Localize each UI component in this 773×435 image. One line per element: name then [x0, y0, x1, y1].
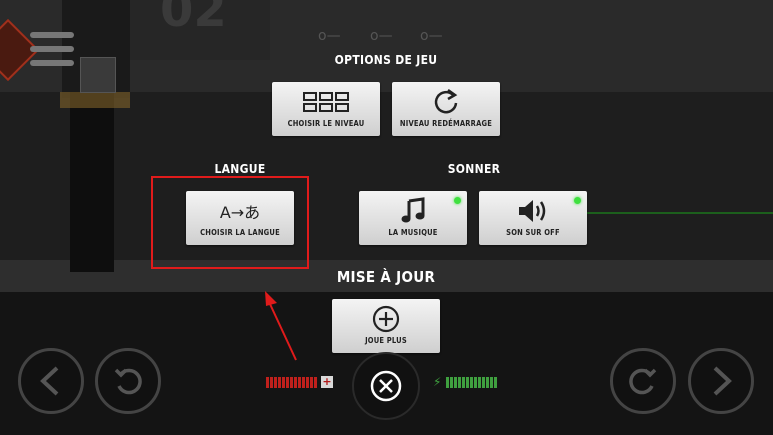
- sound-label: SON SUR OFF: [506, 228, 560, 237]
- sound-heading: SONNER: [447, 162, 501, 176]
- restart-icon: [392, 88, 500, 116]
- grid-icon: [272, 88, 380, 116]
- close-icon: [370, 370, 402, 402]
- play-more-button[interactable]: JOUE PLUS: [332, 299, 440, 353]
- undo-button[interactable]: [95, 348, 161, 414]
- music-toggle-button[interactable]: LA MUSIQUE: [359, 191, 467, 245]
- plus-circle-icon: [332, 305, 440, 333]
- right-arrow-icon: [713, 366, 732, 396]
- energy-bar: ⚡: [433, 375, 498, 389]
- sound-toggle-button[interactable]: SON SUR OFF: [479, 191, 587, 245]
- move-right-button[interactable]: [688, 348, 754, 414]
- redo-icon: [629, 368, 657, 395]
- undo-icon: [114, 368, 142, 395]
- choose-level-button[interactable]: CHOISIR LE NIVEAU: [272, 82, 380, 136]
- language-heading: LANGUE: [214, 162, 266, 176]
- health-bar: +: [266, 376, 333, 388]
- move-left-button[interactable]: [18, 348, 84, 414]
- speaker-icon: [479, 197, 587, 225]
- music-note-icon: [359, 197, 467, 225]
- left-arrow-icon: [40, 366, 59, 396]
- choose-level-label: CHOISIR LE NIVEAU: [287, 119, 365, 128]
- restart-level-label: NIVEAU REDÉMARRAGE: [399, 119, 493, 128]
- game-options-heading: OPTIONS DE JEU: [334, 53, 438, 67]
- update-heading: MISE À JOUR: [336, 268, 436, 286]
- highlight-annotation-box: [151, 176, 309, 269]
- health-plus-icon: +: [321, 375, 333, 388]
- hamburger-menu-icon[interactable]: [30, 32, 74, 74]
- play-more-label: JOUE PLUS: [365, 336, 407, 345]
- redo-button[interactable]: [610, 348, 676, 414]
- music-label: LA MUSIQUE: [388, 228, 438, 237]
- close-menu-button[interactable]: [352, 352, 420, 420]
- restart-level-button[interactable]: NIVEAU REDÉMARRAGE: [392, 82, 500, 136]
- lightning-icon: ⚡: [433, 375, 442, 389]
- annotation-arrow: [265, 291, 297, 361]
